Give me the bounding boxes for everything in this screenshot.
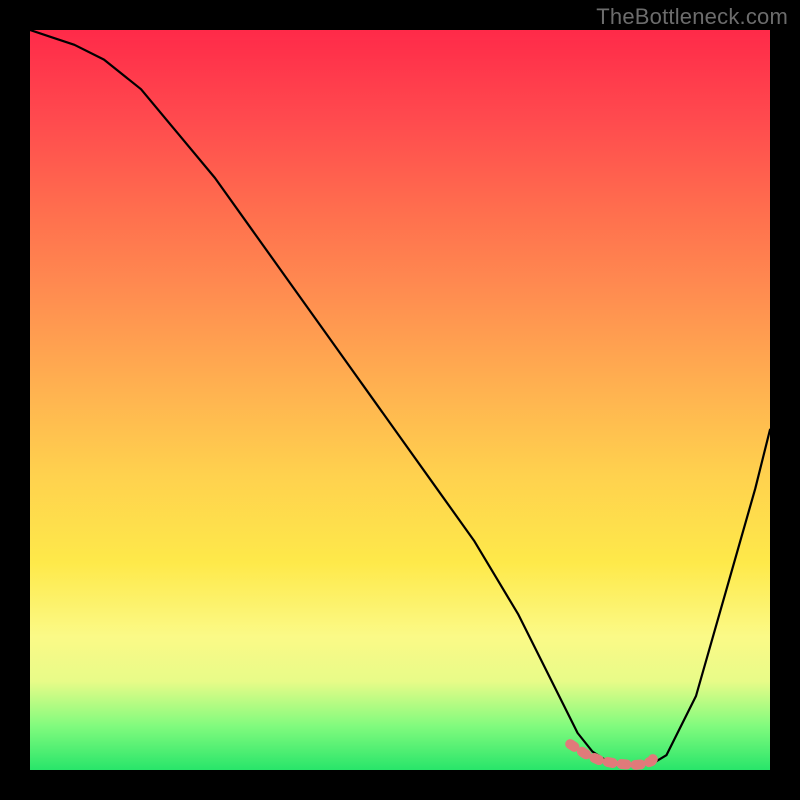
watermark-label: TheBottleneck.com	[596, 4, 788, 30]
optimal-band-highlight	[570, 744, 655, 765]
bottleneck-curve	[30, 30, 770, 765]
chart-overlay	[30, 30, 770, 770]
chart-container: TheBottleneck.com	[0, 0, 800, 800]
